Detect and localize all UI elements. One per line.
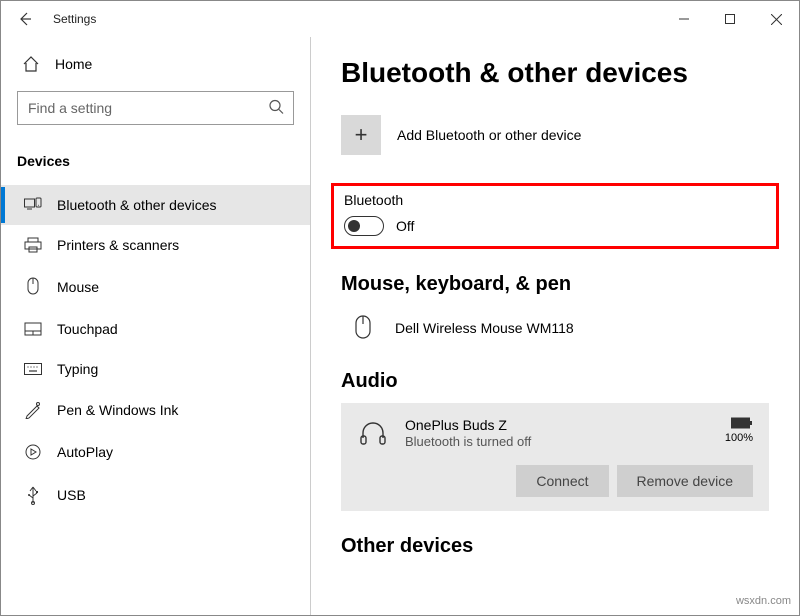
maximize-icon	[725, 14, 735, 24]
search-box	[17, 91, 294, 125]
sidebar-item-label: Typing	[57, 361, 98, 377]
sidebar-item-pen[interactable]: Pen & Windows Ink	[1, 389, 310, 431]
add-device-label: Add Bluetooth or other device	[397, 127, 581, 143]
sidebar-item-label: Mouse	[57, 279, 99, 295]
sidebar-item-label: USB	[57, 487, 86, 503]
printer-icon	[23, 237, 43, 253]
other-devices-heading: Other devices	[341, 535, 769, 558]
audio-section-heading: Audio	[341, 370, 769, 393]
sidebar-item-touchpad[interactable]: Touchpad	[1, 309, 310, 349]
bluetooth-highlight: Bluetooth Off	[331, 183, 779, 249]
audio-device-card[interactable]: OnePlus Buds Z Bluetooth is turned off 1…	[341, 403, 769, 511]
bluetooth-state: Off	[396, 218, 414, 234]
remove-device-button[interactable]: Remove device	[617, 465, 754, 497]
sidebar-item-printers[interactable]: Printers & scanners	[1, 225, 310, 265]
pen-icon	[23, 401, 43, 419]
close-icon	[771, 14, 782, 25]
mouse-section-heading: Mouse, keyboard, & pen	[341, 273, 769, 296]
sidebar: Home Devices Bluetooth & other devices P…	[1, 37, 311, 615]
plus-icon: +	[355, 122, 368, 148]
sidebar-item-mouse[interactable]: Mouse	[1, 265, 310, 309]
back-button[interactable]	[11, 5, 39, 33]
sidebar-item-label: Touchpad	[57, 321, 118, 337]
window-controls	[661, 1, 799, 37]
autoplay-icon	[23, 443, 43, 461]
sidebar-item-label: AutoPlay	[57, 444, 113, 460]
sidebar-section-label: Devices	[17, 147, 294, 185]
audio-device-name: OnePlus Buds Z	[405, 417, 709, 433]
add-device-row[interactable]: + Add Bluetooth or other device	[341, 115, 769, 155]
sidebar-item-bluetooth[interactable]: Bluetooth & other devices	[1, 185, 310, 225]
toggle-knob	[348, 220, 360, 232]
search-input[interactable]	[17, 91, 294, 125]
minimize-button[interactable]	[661, 1, 707, 37]
window-title: Settings	[53, 12, 96, 26]
sidebar-item-typing[interactable]: Typing	[1, 349, 310, 389]
back-arrow-icon	[17, 11, 33, 27]
battery-percent: 100%	[725, 432, 753, 444]
mouse-device-icon	[347, 312, 379, 344]
sidebar-item-autoplay[interactable]: AutoPlay	[1, 431, 310, 473]
keyboard-icon	[23, 363, 43, 375]
home-icon	[21, 55, 41, 73]
audio-device-status: Bluetooth is turned off	[405, 434, 709, 449]
devices-icon	[23, 197, 43, 213]
titlebar: Settings	[1, 1, 799, 37]
sidebar-item-label: Bluetooth & other devices	[57, 197, 217, 213]
sidebar-item-label: Pen & Windows Ink	[57, 402, 178, 418]
bluetooth-toggle[interactable]	[344, 216, 384, 236]
battery-icon	[731, 417, 753, 429]
mouse-device-name: Dell Wireless Mouse WM118	[395, 320, 574, 336]
mouse-device-row[interactable]: Dell Wireless Mouse WM118	[341, 306, 769, 370]
minimize-icon	[679, 14, 689, 24]
battery-indicator: 100%	[725, 417, 753, 444]
sidebar-item-usb[interactable]: USB	[1, 473, 310, 517]
page-title: Bluetooth & other devices	[341, 57, 769, 89]
content-area: Bluetooth & other devices + Add Bluetoot…	[311, 37, 799, 615]
close-button[interactable]	[753, 1, 799, 37]
touchpad-icon	[23, 322, 43, 336]
add-button[interactable]: +	[341, 115, 381, 155]
home-label: Home	[55, 56, 92, 72]
usb-icon	[23, 485, 43, 505]
sidebar-item-label: Printers & scanners	[57, 237, 179, 253]
home-nav[interactable]: Home	[17, 45, 294, 83]
watermark: wsxdn.com	[736, 595, 791, 607]
connect-button[interactable]: Connect	[516, 465, 608, 497]
mouse-icon	[23, 277, 43, 297]
headphones-icon	[357, 417, 389, 449]
bluetooth-label: Bluetooth	[344, 192, 766, 208]
maximize-button[interactable]	[707, 1, 753, 37]
